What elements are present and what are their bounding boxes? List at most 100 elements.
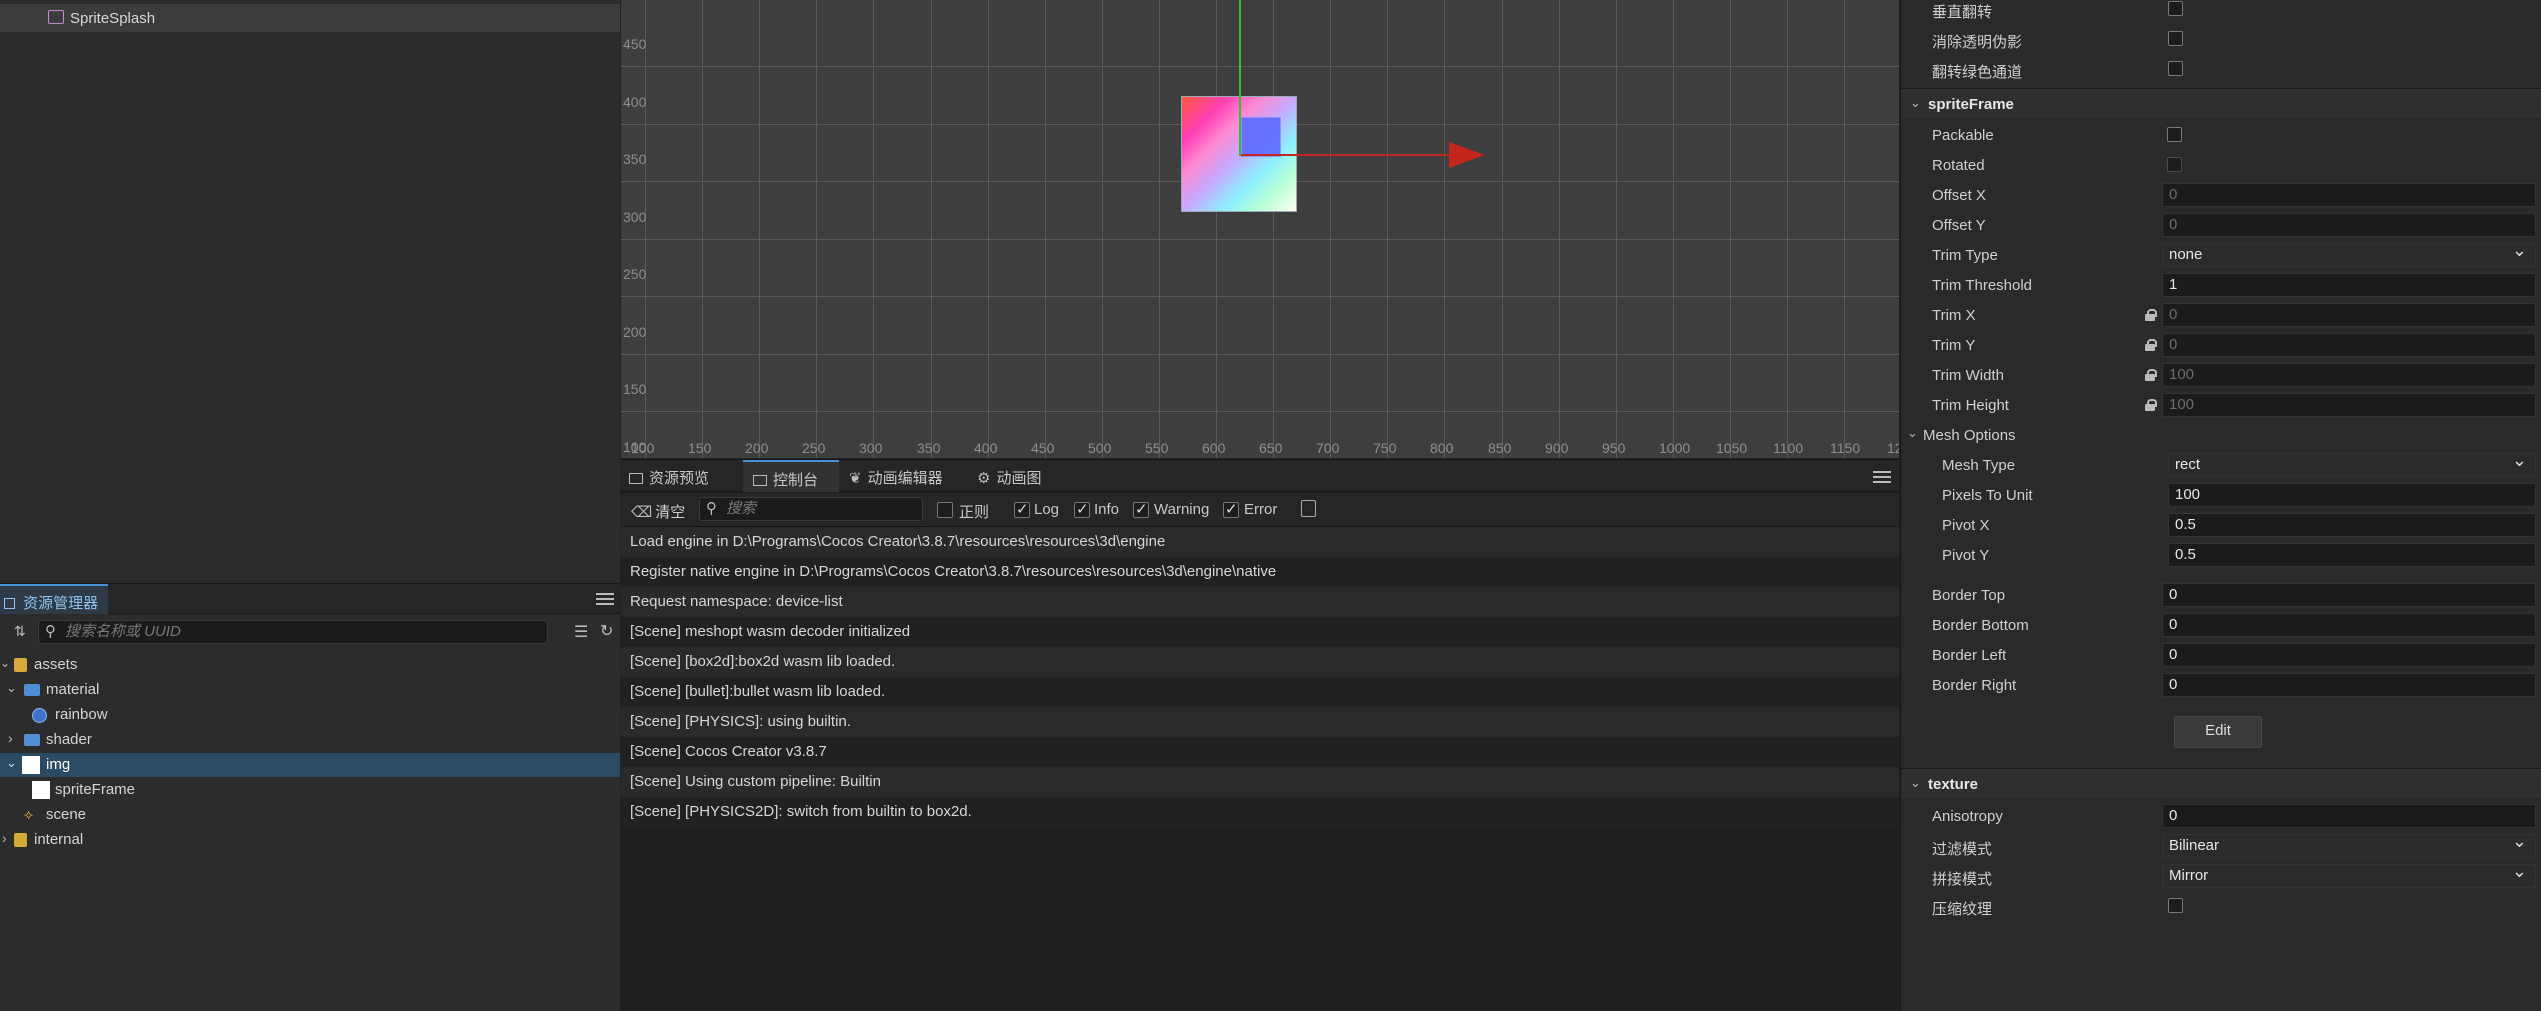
prop-label: Trim Y [1932,337,1976,354]
prop-trim-x: Trim X 0 [1901,300,2541,330]
asset-tree-item-selected[interactable]: ⌄ img [0,753,620,777]
assets-search-box[interactable]: ⚲ [38,620,548,644]
log-text: [Scene] [bullet]:bullet wasm lib loaded. [630,683,886,700]
tab-animation-editor[interactable]: ❦ 动画编辑器 [849,460,973,492]
tab-asset-preview[interactable]: 资源预览 [629,460,739,492]
prop-pivot-x: Pivot X 0.5 [1901,510,2541,540]
wrap-mode-select[interactable]: Mirror [2162,861,2536,888]
assets-tab[interactable]: 资源管理器 [0,584,109,614]
border-bottom-field[interactable]: 0 [2162,613,2536,637]
fix-alpha-checkbox[interactable] [2168,31,2183,46]
section-sprite-frame[interactable]: ⌄ spriteFrame [1901,88,2541,118]
lock-icon[interactable] [2145,339,2157,351]
gizmo-x-arrow-icon[interactable] [1449,142,1485,168]
y-axis-label: 250 [623,266,647,282]
filter-mode-select[interactable]: Bilinear [2162,831,2536,858]
log-entry[interactable]: [Scene] Cocos Creator v3.8.7 [621,737,1899,767]
flip-vertical-checkbox[interactable] [2168,1,2183,16]
border-right-field[interactable]: 0 [2162,673,2536,697]
console-search-box[interactable]: ⚲ [699,497,923,521]
log-entry[interactable]: Request namespace: device-list [621,587,1899,617]
log-entry[interactable]: [Scene] [bullet]:bullet wasm lib loaded. [621,677,1899,707]
asset-tree-item[interactable]: › internal [0,828,620,852]
asset-tree-item[interactable]: ⌄ material [0,678,620,702]
hierarchy-panel: SpriteSplash [0,0,620,583]
pivot-x-field[interactable]: 0.5 [2168,513,2536,537]
log-label: Log [1034,501,1060,518]
folder-icon [24,734,40,746]
log-entry[interactable]: [Scene] [PHYSICS]: using builtin. [621,707,1899,737]
grid-line-vertical [873,0,874,458]
pivot-y-field[interactable]: 0.5 [2168,543,2536,567]
console-toolbar: ⌫清空 ⚲ 正则 Log Info Warning Error [621,493,1899,527]
broom-icon: ⌫ [631,504,653,521]
x-axis-label: 1050 [1716,440,1748,456]
rotated-checkbox [2167,157,2182,172]
packable-checkbox[interactable] [2167,127,2182,142]
x-axis-label: 150 [688,440,712,456]
log-entry[interactable]: [Scene] [PHYSICS2D]: switch from builtin… [621,797,1899,827]
tab-animation-graph[interactable]: ⚙ 动画图 [977,460,1077,492]
log-text: Register native engine in D:\Programs\Co… [630,563,1277,580]
regex-checkbox[interactable] [937,502,953,518]
asset-tree-item[interactable]: rainbow [0,703,620,727]
grid-line-vertical [1730,0,1731,458]
error-checkbox[interactable] [1223,500,1239,518]
grid-line-vertical [988,0,989,458]
asset-tree-item[interactable]: › shader [0,728,620,752]
lock-icon[interactable] [2145,369,2157,381]
gizmo-x-axis[interactable] [1241,154,1481,156]
tab-console[interactable]: 控制台 [743,460,839,492]
grid-line-vertical [1387,0,1388,458]
anisotropy-field[interactable]: 0 [2162,804,2536,828]
compress-texture-checkbox[interactable] [2168,898,2183,913]
mesh-type-select[interactable]: rect [2168,450,2536,477]
log-entry[interactable]: [Scene] [box2d]:box2d wasm lib loaded. [621,647,1899,677]
assets-menu-icon[interactable] [596,590,614,606]
section-texture[interactable]: ⌄ texture [1901,768,2541,798]
clear-button[interactable]: ⌫ 清空 [631,501,685,522]
hierarchy-node-row[interactable]: SpriteSplash [0,4,620,32]
warning-checkbox[interactable] [1133,500,1149,518]
asset-tree-item[interactable]: spriteFrame [0,778,620,802]
pixels-to-unit-field[interactable]: 100 [2168,483,2536,507]
refresh-icon[interactable]: ↻ [600,621,613,641]
edit-button[interactable]: Edit [2174,716,2262,748]
flip-green-checkbox[interactable] [2168,61,2183,76]
log-entry[interactable]: Register native engine in D:\Programs\Co… [621,557,1899,587]
db-icon [14,658,27,672]
y-axis-label: 150 [623,381,647,397]
x-axis-label: 400 [974,440,998,456]
gizmo-y-axis[interactable] [1239,0,1241,156]
lock-icon[interactable] [2145,399,2157,411]
asset-tree-item[interactable]: ⟡ scene [0,803,620,827]
collapse-all-icon[interactable]: ☰ [574,622,588,642]
trim-threshold-field[interactable]: 1 [2162,273,2536,297]
console-search-input[interactable] [726,500,904,517]
mesh-options-group[interactable]: ⌄ Mesh Options [1901,420,2541,450]
clear-label: 清空 [655,504,686,521]
lock-icon[interactable] [2145,309,2157,321]
assets-panel-header: 资源管理器 [0,584,620,614]
log-entry[interactable]: [Scene] meshopt wasm decoder initialized [621,617,1899,647]
border-top-field[interactable]: 0 [2162,583,2536,607]
prop-label: Trim Height [1932,397,2009,414]
selection-rect[interactable] [1241,117,1281,157]
asset-tree-item[interactable]: ⌄ assets [0,653,620,677]
log-file-icon[interactable] [1301,500,1316,517]
trim-type-select[interactable]: none [2162,240,2536,267]
prop-flip-vertical: 垂直翻转 [1901,0,2541,24]
assets-search-input[interactable] [65,623,472,640]
scene-view[interactable]: 450 400 350 300 250 200 150 100 100 150 200 250 300 3… [621,0,1899,458]
prop-trim-width: Trim Width 100 [1901,360,2541,390]
log-entry[interactable]: [Scene] Using custom pipeline: Builtin [621,767,1899,797]
assets-tab-label: 资源管理器 [23,595,99,612]
info-checkbox[interactable] [1074,500,1090,518]
material-icon [32,708,47,723]
log-checkbox[interactable] [1014,500,1030,518]
chevron-down-icon: ⌄ [1910,775,1921,790]
console-menu-icon[interactable] [1873,468,1891,486]
sort-icon[interactable]: ⇅ [14,623,26,640]
log-entry[interactable]: Load engine in D:\Programs\Cocos Creator… [621,527,1899,557]
border-left-field[interactable]: 0 [2162,643,2536,667]
